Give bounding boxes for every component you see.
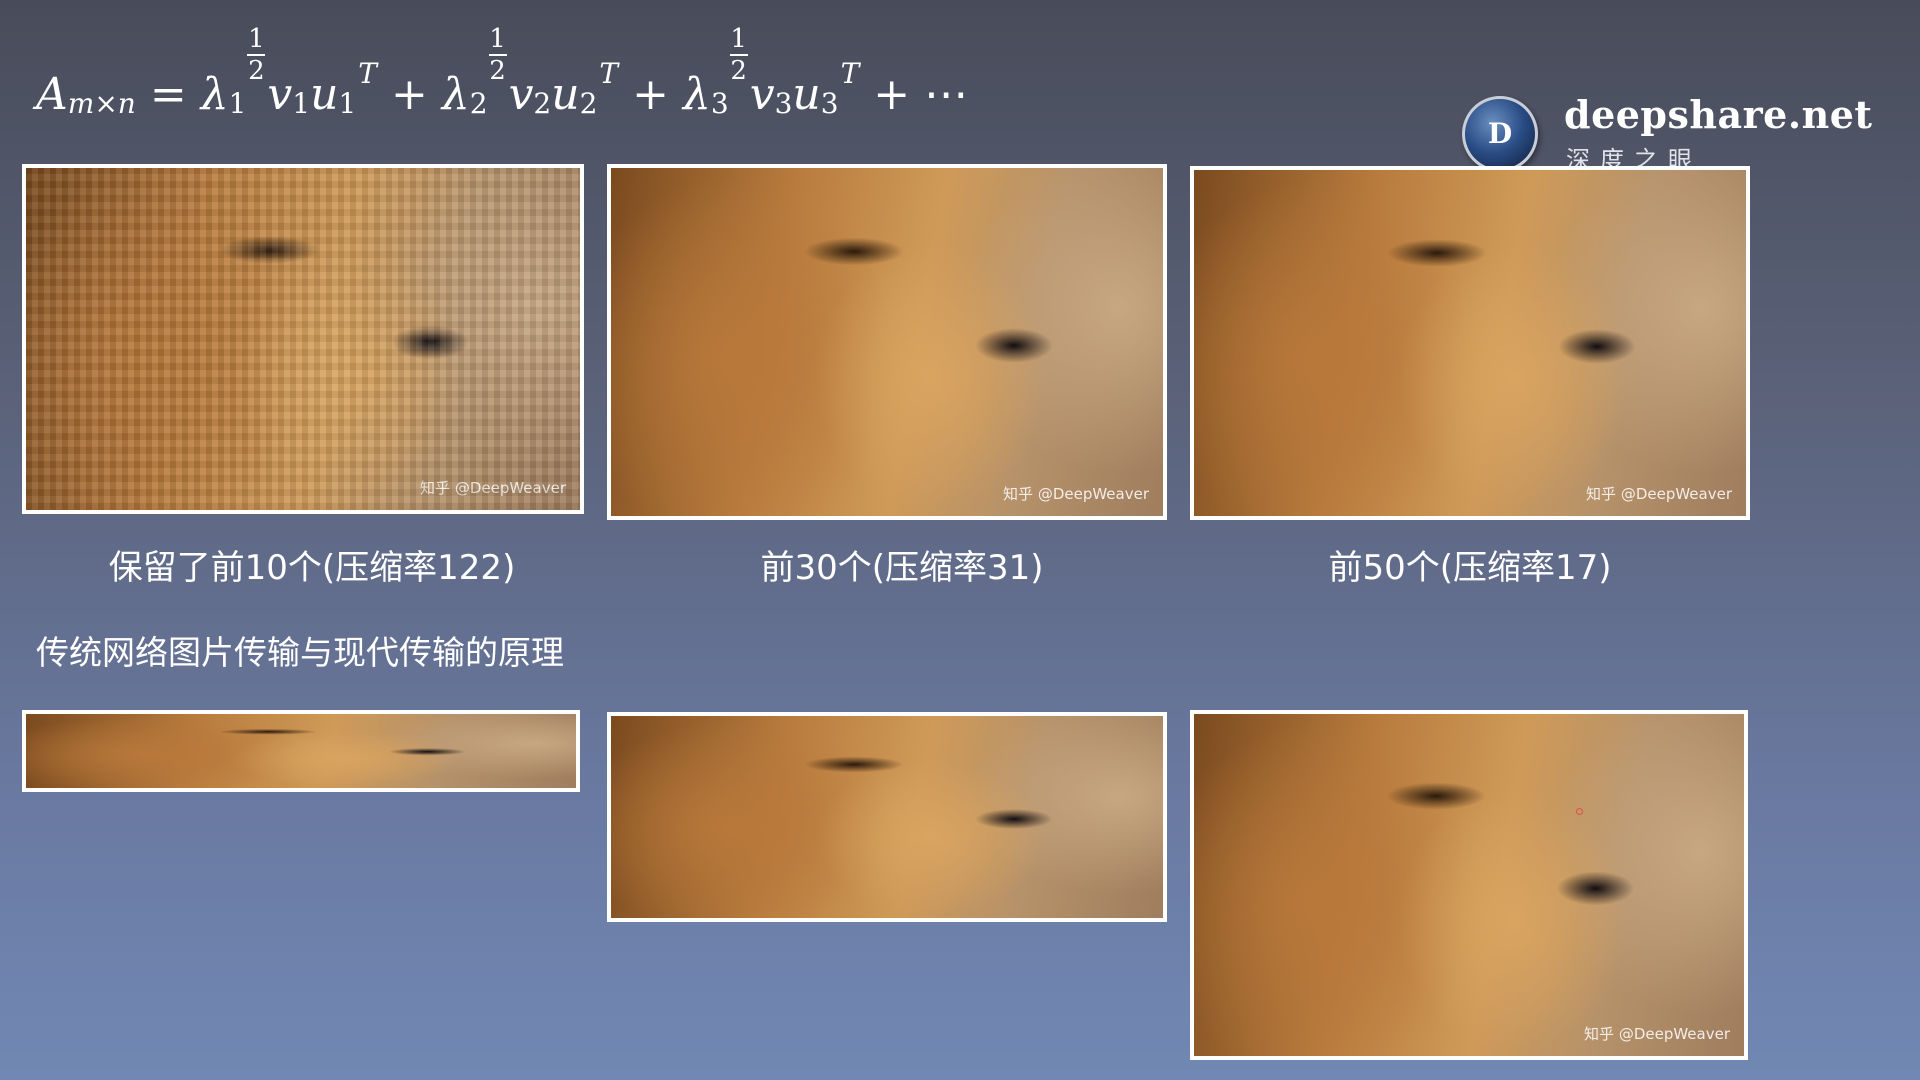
formula-lambda-1-sub: 1 [228,87,247,120]
image-watermark: 知乎 @DeepWeaver [1584,1025,1730,1043]
formula-lambda-1: λ [200,69,229,120]
image-watermark: 知乎 @DeepWeaver [420,479,566,497]
formula-u-1: u [310,69,339,120]
deepshare-logo: D deepshare.net 深度之眼 [1460,92,1872,174]
exp-den: 2 [489,56,506,86]
lion-image-partial-load-2 [607,712,1167,922]
formula-v-3: v [749,69,775,120]
formula-ellipsis: + ⋯ [873,69,969,120]
formula-v-2: v [508,69,534,120]
formula-v-1-sub: 1 [292,87,311,120]
formula-exponent-2: 12 [488,24,507,86]
formula-v-2-sub: 2 [533,87,552,120]
lion-image-rank-30: 知乎 @DeepWeaver [607,164,1167,520]
caption-rank-50: 前50个(压缩率17) [1328,548,1612,588]
image-watermark: 知乎 @DeepWeaver [1586,485,1732,503]
image-watermark: 知乎 @DeepWeaver [1003,485,1149,503]
cursor-dot [1576,808,1583,815]
formula-lambda-2-sub: 2 [469,87,488,120]
lion-image-full-load: 知乎 @DeepWeaver [1190,710,1748,1060]
formula-lambda-3: λ [682,69,711,120]
formula-transpose-3: T [840,57,860,90]
section-title: 传统网络图片传输与现代传输的原理 [36,633,564,672]
formula-exponent-1: 12 [247,24,266,86]
lion-image-rank-50: 知乎 @DeepWeaver [1190,166,1750,520]
exp-num: 1 [489,24,506,54]
logo-name: deepshare.net [1564,92,1873,137]
formula-u-2-sub: 2 [579,87,598,120]
exp-num: 1 [248,24,265,54]
caption-rank-10: 保留了前10个(压缩率122) [108,548,516,588]
svd-formula: Am×n = λ112v1u1T + λ212v2u2T + λ312v3u3T… [36,26,982,120]
formula-u-3: u [792,69,821,120]
formula-u-1-sub: 1 [338,87,357,120]
formula-v-3-sub: 3 [774,87,793,120]
formula-lambda-3-sub: 3 [710,87,729,120]
formula-lhs-subscript: m×n [67,87,136,120]
formula-equals: = [149,69,187,120]
formula-plus-2: + [632,69,669,120]
formula-plus-1: + [390,69,428,120]
logo-initial: D [1487,117,1513,150]
exp-den: 2 [730,56,747,86]
lion-image-rank-10: 知乎 @DeepWeaver [22,164,584,514]
formula-transpose-2: T [599,57,619,90]
exp-num: 1 [730,24,747,54]
formula-u-3-sub: 3 [820,87,839,120]
formula-v-1: v [267,69,293,120]
formula-u-2: u [551,69,580,120]
caption-rank-30: 前30个(压缩率31) [760,548,1044,588]
exp-den: 2 [248,56,265,86]
formula-transpose-1: T [358,57,377,90]
formula-lambda-2: λ [441,69,470,120]
formula-lhs-symbol: A [36,69,68,120]
lion-image-partial-load-1 [22,710,580,792]
deepshare-eye-icon: D [1462,96,1538,172]
formula-exponent-3: 12 [729,24,748,86]
